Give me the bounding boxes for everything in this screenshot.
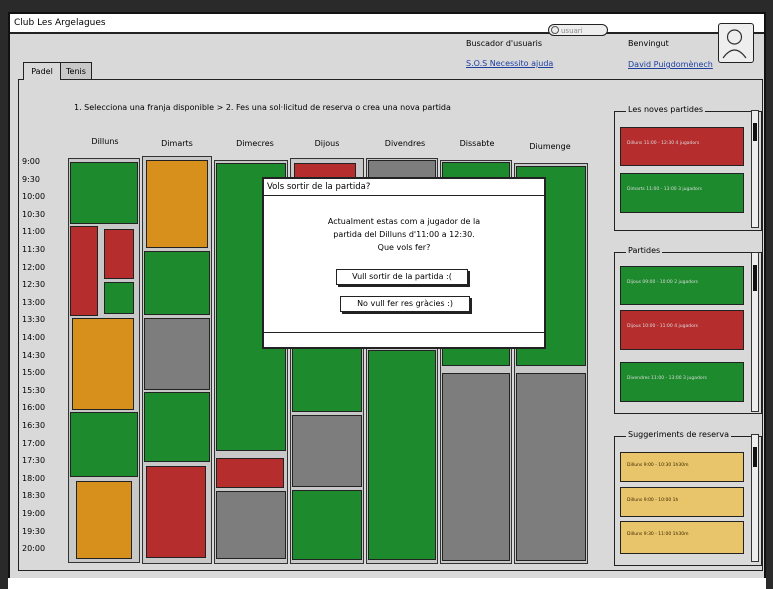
slot-full[interactable] <box>70 226 98 316</box>
suggestion-card[interactable]: Dilluns 9:00 - 10:30 1h30m <box>620 452 744 482</box>
day-header: Divendres <box>384 139 426 148</box>
games-scrollbar[interactable] <box>751 252 759 412</box>
time-label: 13:30 <box>22 315 46 325</box>
dialog-message: Actualment estas com a jugador de la par… <box>284 215 524 254</box>
time-label: 19:30 <box>22 526 46 536</box>
time-label: 18:00 <box>22 473 46 483</box>
slot-unavailable <box>216 491 286 559</box>
day-header: Dissabte <box>459 139 495 148</box>
suggestion-card[interactable]: Dilluns 9:30 - 11:00 1h30m <box>620 521 744 554</box>
tab-tenis[interactable]: Tenis <box>60 62 92 80</box>
avatar[interactable] <box>718 23 754 63</box>
time-label: 16:00 <box>22 403 46 413</box>
games-title: Partides <box>626 246 663 255</box>
slot-full[interactable] <box>104 229 134 279</box>
slot-unavailable <box>144 318 210 390</box>
day-header: Dimecres <box>236 139 274 148</box>
game-card[interactable]: Dijous 10:00 - 11:00 4 jugadors <box>620 310 744 350</box>
time-label: 12:30 <box>22 280 46 290</box>
dialog-message-line: partida del Dilluns d'11:00 a 12:30. <box>333 230 475 239</box>
new-games-scrollbar[interactable] <box>751 110 759 228</box>
new-game-card[interactable]: Dimarts 11:00 - 13:00 3 jugadors <box>620 173 744 213</box>
dialog-footer <box>264 332 544 347</box>
slot-available[interactable] <box>70 412 138 477</box>
new-game-card[interactable]: Dilluns 11:00 - 12:30 4 jugadors <box>620 127 744 166</box>
leave-game-dialog: Vols sortir de la partida? Actualment es… <box>262 177 546 349</box>
suggestion-card[interactable]: Dilluns 9:00 - 10:00 1h <box>620 487 744 517</box>
time-label: 18:30 <box>22 491 46 501</box>
time-label: 20:00 <box>22 544 46 554</box>
slot-partial[interactable] <box>76 481 132 559</box>
suggestions-scrollbar[interactable] <box>751 434 759 562</box>
slot-available[interactable] <box>144 392 210 462</box>
status-bar <box>8 578 766 589</box>
time-label: 17:30 <box>22 456 46 466</box>
time-label: 16:30 <box>22 421 46 430</box>
slot-unavailable <box>442 373 510 561</box>
slot-available[interactable] <box>104 282 134 314</box>
welcome-label: Benvingut <box>628 39 669 48</box>
dialog-message-line: Que vols fer? <box>377 243 431 252</box>
slot-available[interactable] <box>144 251 210 315</box>
avatar-icon <box>722 29 747 59</box>
dialog-message-line: Actualment estas com a jugador de la <box>327 217 481 226</box>
slot-available[interactable] <box>368 350 436 560</box>
time-label: 12:00 <box>22 262 46 272</box>
time-label: 10:00 <box>22 192 46 202</box>
time-label: 11:30 <box>22 245 46 254</box>
time-label: 9:00 <box>22 157 40 166</box>
user-search-label: Buscador d'usuaris <box>466 39 542 48</box>
time-label: 9:30 <box>22 174 40 184</box>
instructions: 1. Selecciona una franja disponible > 2.… <box>74 103 451 112</box>
day-header: Dimarts <box>161 139 193 148</box>
slot-unavailable <box>516 373 586 561</box>
slot-available[interactable] <box>70 162 138 224</box>
window-title: Club Les Argelagues <box>10 14 764 34</box>
search-icon <box>551 26 559 34</box>
leave-game-button[interactable]: Vull sortir de la partida :( <box>336 269 468 285</box>
day-header: Diumenge <box>529 142 571 151</box>
time-label: 15:00 <box>22 368 46 378</box>
slot-partial[interactable] <box>146 160 208 248</box>
dialog-title: Vols sortir de la partida? <box>264 179 544 196</box>
day-header: Dijous <box>314 139 340 148</box>
user-search-input[interactable]: usuari <box>548 24 608 36</box>
time-label: 13:00 <box>22 297 46 307</box>
day-header: Dilluns <box>91 137 119 146</box>
time-label: 11:00 <box>22 227 46 237</box>
suggestions-title: Suggeriments de reserva <box>626 430 731 439</box>
time-label: 17:00 <box>22 438 46 448</box>
slot-full[interactable] <box>216 458 284 488</box>
game-card[interactable]: Dijous 09:00 - 10:00 2 jugadors <box>620 266 744 305</box>
search-placeholder: usuari <box>561 27 583 35</box>
slot-full[interactable] <box>146 466 206 558</box>
slot-available[interactable] <box>292 340 362 412</box>
time-label: 10:30 <box>22 209 46 219</box>
slot-available[interactable] <box>292 490 362 560</box>
stay-button[interactable]: No vull fer res gràcies :) <box>340 296 470 312</box>
time-label: 14:00 <box>22 333 46 342</box>
user-name-link[interactable]: David Puigdomènech <box>628 60 713 69</box>
slot-unavailable <box>292 415 362 487</box>
time-label: 15:30 <box>22 385 46 395</box>
time-label: 19:00 <box>22 509 46 518</box>
tab-padel[interactable]: Padel <box>23 62 61 80</box>
new-games-title: Les noves partides <box>626 105 706 114</box>
slot-partial[interactable] <box>72 318 134 410</box>
help-link[interactable]: S.O.S Necessito ajuda <box>466 59 553 68</box>
time-label: 14:30 <box>22 350 46 360</box>
game-card[interactable]: Divendres 11:00 - 13:00 3 jugadors <box>620 362 744 402</box>
